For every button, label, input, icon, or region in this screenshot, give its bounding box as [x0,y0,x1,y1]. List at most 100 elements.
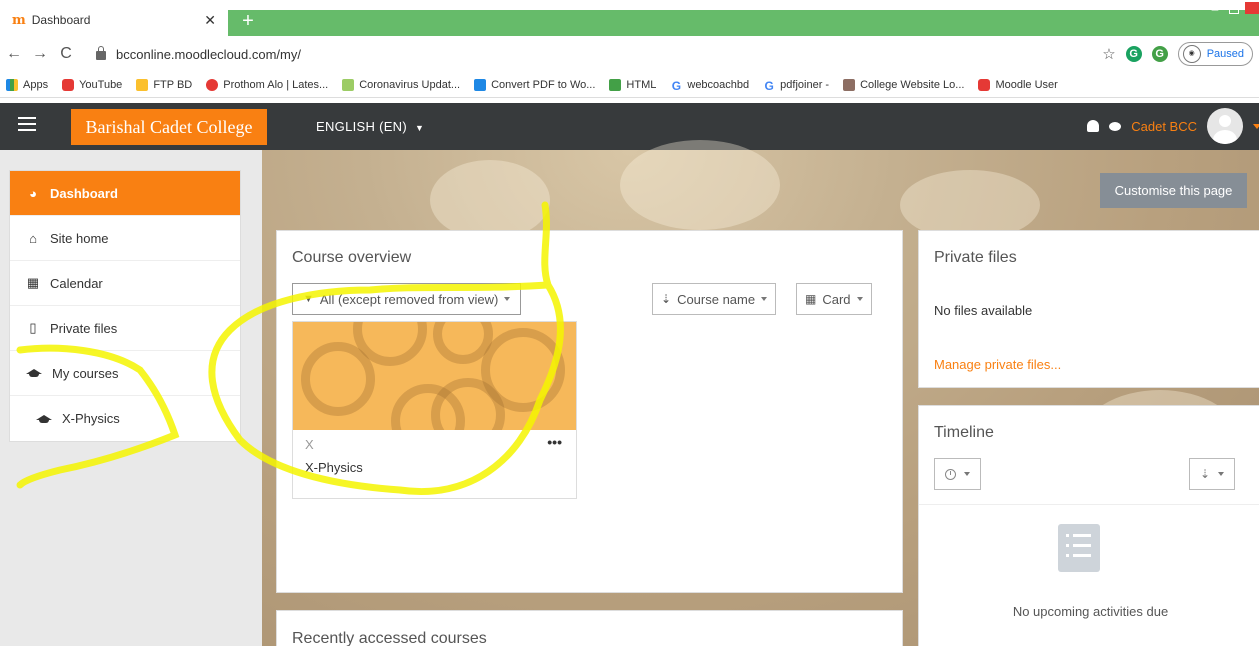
language-menu[interactable]: ENGLISH (EN) ▼ [316,119,424,134]
nav-drawer-list: ◕ Dashboard ⌂ Site home ▦ Calendar ▯ Pri… [9,170,241,442]
caret-down-icon [1218,472,1225,476]
html-icon [609,78,622,91]
course-image[interactable] [293,322,576,430]
moodle-navbar: Barishal Cadet College ENGLISH (EN) ▼ Ca… [0,103,1259,150]
notification-bell-icon[interactable] [1087,120,1100,132]
private-files-block: Private files No files available Manage … [918,230,1259,388]
bookmark-college-website[interactable]: College Website Lo... [843,78,964,91]
sort-dropdown[interactable]: ⇣ Course name [652,283,777,315]
language-label: ENGLISH (EN) [316,119,408,134]
maximize-icon[interactable] [1229,4,1239,14]
bookmark-apps[interactable]: Apps [6,78,48,91]
window-controls: – [1207,2,1259,16]
bookmark-convert-pdf[interactable]: Convert PDF to Wo... [474,78,595,91]
hamburger-menu-icon[interactable] [18,117,36,133]
bookmark-prothom-alo[interactable]: Prothom Alo | Lates... [206,78,328,91]
drawer-item-calendar[interactable]: ▦ Calendar [10,261,240,306]
drawer-item-my-courses[interactable]: My courses [10,351,240,396]
bookmark-webcoachbd[interactable]: Gwebcoachbd [670,78,749,93]
home-icon: ⌂ [29,230,37,246]
bookmark-pdfjoiner[interactable]: Gpdfjoiner - [763,78,829,93]
grammarly-extension-icon[interactable]: G [1125,46,1142,62]
moodle-favicon-icon: m [12,12,26,28]
back-icon[interactable]: ← [2,45,26,63]
private-files-title: Private files [934,249,1017,266]
browser-tab[interactable]: m Dashboard ✕ [0,4,228,36]
extension-icon[interactable]: G [1151,46,1168,62]
course-overview-title: Course overview [292,249,412,266]
profile-button[interactable]: ◉ Paused [1177,42,1253,66]
graduation-cap-icon [36,414,52,423]
more-options-icon[interactable]: ••• [547,434,562,450]
profile-avatar: ◉ [1182,45,1201,63]
timeline-block: Timeline ⇣ No upcoming activities due [918,405,1259,646]
caret-down-icon [504,297,511,301]
drawer-item-dashboard[interactable]: ◕ Dashboard [10,171,240,216]
pdf-icon [474,78,487,91]
browser-tabbar: m Dashboard ✕ + – [0,0,1259,36]
user-avatar[interactable] [1207,108,1243,144]
divider [919,504,1259,505]
empty-list-icon [1058,524,1100,572]
caret-down-icon [856,297,863,301]
course-card[interactable]: X X-Physics ••• [292,321,577,499]
user-name[interactable]: Cadet BCC [1131,119,1197,134]
manage-private-files-link[interactable]: Manage private files... [934,357,1061,372]
folder-icon [136,78,149,91]
course-name-link[interactable]: X-Physics [305,460,363,475]
coronavirus-icon [342,78,355,91]
forward-icon[interactable]: → [28,45,52,63]
timeline-filter-dropdown[interactable] [934,458,981,490]
file-icon: ▯ [29,320,37,335]
course-category: X [305,437,314,452]
profile-status: Paused [1206,48,1244,60]
bokeh-decoration [430,160,550,240]
customise-page-button[interactable]: Customise this page [1100,173,1247,208]
college-icon [843,78,856,91]
caret-down-icon [761,297,768,301]
bookmark-ftp-bd[interactable]: FTP BD [136,78,192,91]
prothom-alo-icon [206,78,219,91]
minimize-icon[interactable]: – [1207,2,1223,16]
lock-icon [96,45,106,60]
bokeh-decoration [620,140,780,230]
view-dropdown[interactable]: ▦ Card [796,283,872,315]
bookmark-coronavirus[interactable]: Coronavirus Updat... [342,78,460,91]
youtube-icon [62,78,75,91]
tab-title: Dashboard [31,13,91,27]
bookmarks-bar: Apps YouTube FTP BD Prothom Alo | Lates.… [0,72,1259,98]
recently-accessed-block: Recently accessed courses [276,610,903,646]
drawer-item-private-files[interactable]: ▯ Private files [10,306,240,351]
clock-icon [945,468,956,480]
drawer-item-site-home[interactable]: ⌂ Site home [10,216,240,261]
sort-label: Course name [677,291,756,307]
caret-down-icon [964,472,970,476]
reload-icon[interactable]: C [54,45,78,63]
drawer-item-x-physics[interactable]: X-Physics [10,396,240,441]
calendar-icon: ▦ [26,275,40,290]
timeline-sort-dropdown[interactable]: ⇣ [1189,458,1236,490]
bookmark-youtube[interactable]: YouTube [62,78,122,91]
sort-icon: ⇣ [1200,467,1211,481]
bookmark-html[interactable]: HTML [609,78,656,91]
google-icon: G [671,78,682,93]
new-tab-button[interactable]: + [236,10,260,32]
course-overview-block: Course overview ▼ All (except removed fr… [276,230,903,593]
no-activities-text: No upcoming activities due [1012,604,1169,619]
url-text: bcconline.moodlecloud.com/my/ [116,46,301,62]
messages-icon[interactable] [1109,121,1122,131]
window-close-icon[interactable] [1245,2,1259,14]
site-name-link[interactable]: Barishal Cadet College [71,109,267,145]
timeline-title: Timeline [934,424,994,441]
apps-icon [6,78,18,91]
graduation-cap-icon [26,369,42,377]
google-icon: G [764,78,774,93]
sort-icon: ⇣ [661,292,672,306]
user-menu-caret-icon[interactable] [1253,123,1259,129]
dashboard-icon: ◕ [29,185,37,201]
bookmark-star-icon[interactable]: ☆ [1102,45,1115,63]
bookmark-moodle-user[interactable]: Moodle User [978,78,1058,91]
close-tab-icon[interactable]: ✕ [204,12,216,29]
url-field[interactable]: bcconline.moodlecloud.com/my/ [86,45,301,62]
course-filter-dropdown[interactable]: ▼ All (except removed from view) [292,283,522,315]
